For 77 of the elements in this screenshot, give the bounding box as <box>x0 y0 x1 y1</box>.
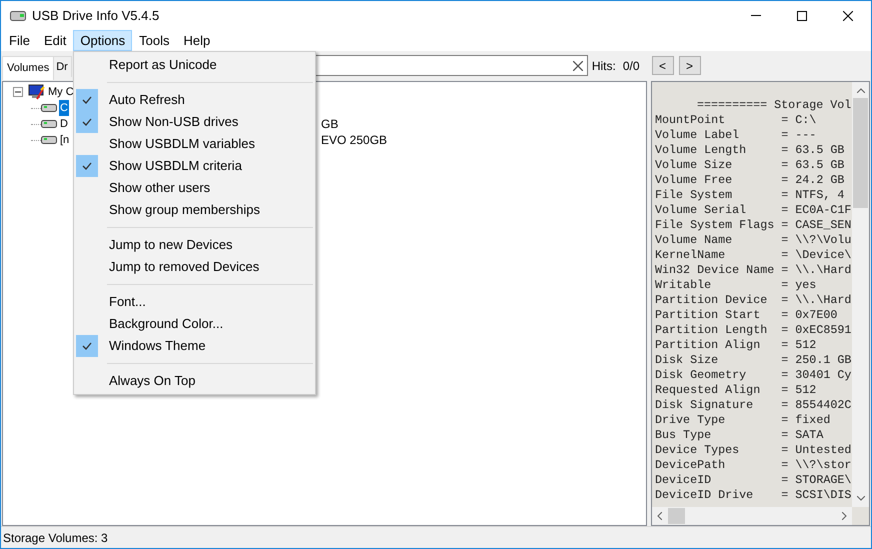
nav-button[interactable]: > <box>678 56 700 75</box>
detail-line: Partition Device = \\.\Hard <box>655 293 852 308</box>
menu-option[interactable]: Windows Theme <box>74 335 315 357</box>
detail-line: Partition Start = 0x7E00 <box>655 308 838 323</box>
tree-item-detail: GB <box>321 116 338 133</box>
detail-line: Requested Align = 512 <box>655 383 818 398</box>
detail-line: File System Flags = CASE_SEN <box>655 218 852 233</box>
menu-option[interactable]: Show group memberships <box>74 199 315 221</box>
close-icon <box>843 10 853 20</box>
collapse-icon[interactable] <box>13 87 23 97</box>
window-title: USB Drive Info V5.4.5 <box>32 6 160 25</box>
detail-line: Volume Length = 63.5 GB <box>655 143 846 158</box>
detail-line: Volume Size = 63.5 GB <box>655 158 846 173</box>
detail-line: Writable = yes <box>655 278 818 293</box>
detail-line: DeviceID Drive = SCSI\DIS <box>655 488 852 503</box>
menu-option[interactable]: Background Color... <box>74 313 315 335</box>
detail-line: Win32 Device Name = \\.\Hard <box>655 263 852 278</box>
tree-item-detail: EVO 250GB <box>321 132 388 149</box>
menu-option[interactable]: Jump to new Devices <box>74 234 315 256</box>
status-text: Storage Volumes: 3 <box>3 530 108 546</box>
detail-line: Device Types = Untested <box>655 443 852 458</box>
drive-icon <box>41 135 57 145</box>
computer-icon <box>28 84 45 100</box>
drive-icon <box>41 119 57 129</box>
menu-item[interactable]: Tools <box>132 30 177 51</box>
menu-item[interactable]: Options <box>73 30 132 51</box>
menu-option[interactable]: Jump to removed Devices <box>74 256 315 278</box>
menu-item[interactable]: Edit <box>36 30 74 51</box>
maximize-icon <box>797 10 807 20</box>
vertical-scrollbar[interactable] <box>852 82 869 507</box>
detail-line: Drive Type = fixed <box>655 413 832 428</box>
scroll-up-icon[interactable] <box>856 88 864 93</box>
detail-line: DevicePath = \\?\stor <box>655 458 852 473</box>
tree-item[interactable]: D <box>59 116 69 132</box>
menu-item[interactable]: Help <box>176 30 218 51</box>
minimize-icon <box>751 15 761 16</box>
detail-line: Partition Align = 512 <box>655 338 818 353</box>
scroll-thumb[interactable] <box>668 508 685 524</box>
menu-option[interactable]: Font... <box>74 291 315 313</box>
clear-icon[interactable] <box>572 60 583 70</box>
detail-line: DeviceID = STORAGE\ <box>655 473 852 488</box>
detail-line: KernelName = \Device\ <box>655 248 852 263</box>
detail-line: Volume Name = \\?\Volu <box>655 233 852 248</box>
detail-line: Disk Geometry = 30401 Cy <box>655 368 852 383</box>
tab[interactable]: Volumes <box>2 56 54 80</box>
menu-option[interactable]: Show other users <box>74 177 315 199</box>
menu-option[interactable]: Report as Unicode <box>74 54 315 76</box>
detail-line: MountPoint = C:\ <box>655 113 818 128</box>
detail-line: Volume Label = --- <box>655 128 818 143</box>
horizontal-scrollbar[interactable] <box>652 507 852 525</box>
details-header: ========== Storage Vol <box>696 98 852 113</box>
detail-line: Volume Serial = EC0A-C1F <box>655 203 852 218</box>
scroll-right-icon[interactable] <box>842 512 847 520</box>
menu-option[interactable]: Always On Top <box>74 370 315 392</box>
menu-item[interactable]: File <box>2 30 37 51</box>
hits-count: 0/0 <box>622 58 640 74</box>
detail-line: Partition Length = 0xEC8591 <box>655 323 852 338</box>
menu-option[interactable]: Show USBDLM criteria <box>74 155 315 177</box>
scroll-left-icon[interactable] <box>657 512 662 520</box>
scroll-down-icon[interactable] <box>856 496 864 501</box>
tab[interactable]: Dr <box>54 56 72 77</box>
detail-line: Volume Free = 24.2 GB <box>655 173 846 188</box>
menu-option[interactable]: Show USBDLM variables <box>74 133 315 155</box>
detail-line: Disk Size = 250.1 GB <box>655 353 852 368</box>
nav-button[interactable]: < <box>652 56 674 75</box>
detail-line: Bus Type = SATA <box>655 428 824 443</box>
hits-label: Hits: <box>592 58 616 74</box>
menu-option[interactable]: Auto Refresh <box>74 89 315 111</box>
menu-option[interactable]: Show Non-USB drives <box>74 111 315 133</box>
detail-line: Disk Signature = 8554402C <box>655 398 852 413</box>
app-icon <box>10 10 26 22</box>
tree-item[interactable]: C <box>59 100 69 116</box>
detail-line: File System = NTFS, 4 <box>655 188 846 203</box>
drive-icon <box>41 103 57 113</box>
scroll-thumb[interactable] <box>853 98 868 208</box>
tree-item[interactable]: My C <box>48 84 74 100</box>
tree-item[interactable]: [n <box>59 132 70 148</box>
